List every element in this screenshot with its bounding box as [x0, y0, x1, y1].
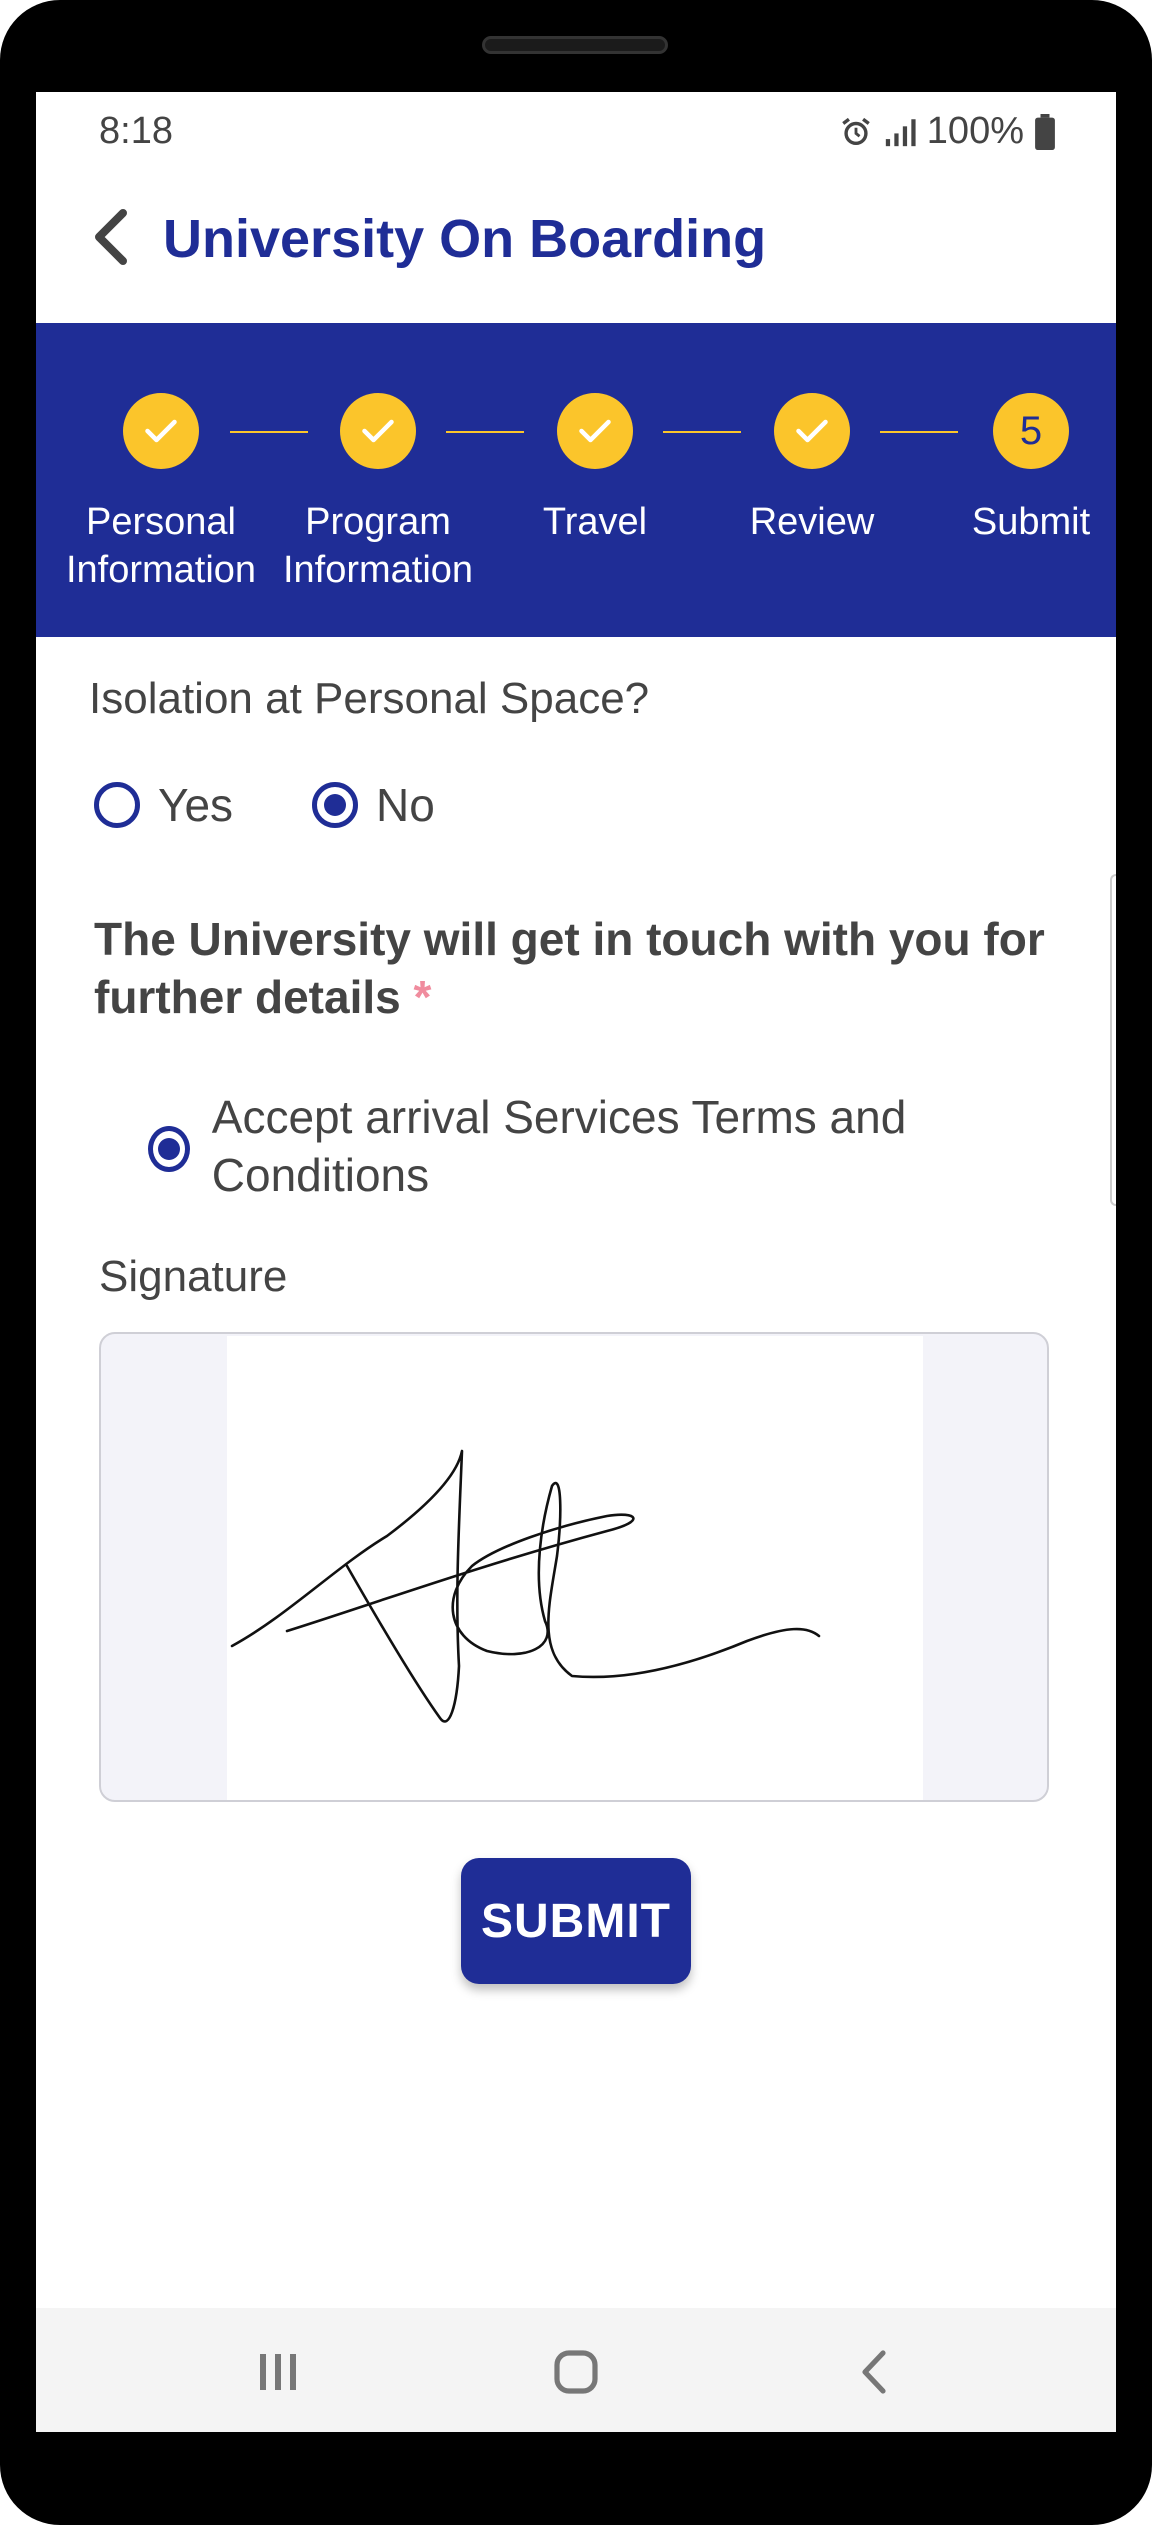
required-asterisk: *: [413, 971, 432, 1023]
radio-label-yes: Yes: [158, 779, 234, 831]
radio-label-no: No: [376, 779, 435, 831]
step-label-line: Information: [282, 549, 474, 591]
back-nav-button[interactable]: [844, 2344, 904, 2400]
isolation-no-option[interactable]: No: [312, 778, 435, 832]
contact-notice-text: The University will get in touch with yo…: [94, 913, 1045, 1023]
progress-stepper: 5 Personal Information Program Informati…: [36, 323, 1116, 637]
recent-apps-button[interactable]: [248, 2344, 308, 2400]
submit-button[interactable]: SUBMIT: [461, 1858, 691, 1984]
check-icon: [796, 419, 828, 443]
page-title: University On Boarding: [163, 209, 767, 269]
step-4-circle[interactable]: [774, 393, 850, 469]
status-time: 8:18: [99, 110, 173, 152]
step-2-label: Program Information: [263, 498, 493, 594]
check-icon: [362, 419, 394, 443]
contact-notice-heading: The University will get in touch with yo…: [94, 910, 1054, 1026]
step-label-line: Personal: [86, 501, 236, 543]
radio-dot: [157, 1138, 180, 1160]
phone-frame: 8:18 100% University On Boarding 5 Perso…: [0, 0, 1152, 2525]
signature-pad: [99, 1332, 1049, 1802]
home-icon: [554, 2350, 598, 2394]
step-label-line: Submit: [971, 501, 1091, 543]
check-icon: [579, 419, 611, 443]
step-2-circle[interactable]: [340, 393, 416, 469]
step-label-line: Information: [65, 549, 257, 591]
battery-icon: [1035, 113, 1055, 150]
step-5-label: Submit: [916, 498, 1116, 546]
signature-label: Signature: [99, 1252, 288, 1301]
step-connector: [230, 431, 308, 433]
recent-apps-icon: [260, 2354, 296, 2390]
accept-terms-option[interactable]: Accept arrival Services Terms and Condit…: [148, 1088, 1028, 1204]
system-nav-bar: [36, 2308, 1116, 2432]
radio-unchecked-icon[interactable]: [94, 782, 140, 828]
isolation-yes-option[interactable]: Yes: [94, 778, 233, 832]
step-label-line: Travel: [542, 501, 648, 543]
scrollbar[interactable]: [1110, 874, 1116, 1206]
step-3-circle[interactable]: [557, 393, 633, 469]
step-5-circle[interactable]: 5: [993, 393, 1069, 469]
app-bar: University On Boarding: [36, 172, 1116, 314]
step-1-circle[interactable]: [123, 393, 199, 469]
step-connector: [880, 431, 958, 433]
step-label-line: Review: [749, 501, 875, 543]
radio-checked-icon[interactable]: [148, 1126, 190, 1172]
step-connector: [446, 431, 524, 433]
step-4-label: Review: [697, 498, 927, 546]
battery-percent: 100%: [926, 110, 1024, 152]
step-1-label: Personal Information: [46, 498, 276, 594]
app-screen: 8:18 100% University On Boarding 5 Perso…: [36, 92, 1116, 2432]
radio-dot: [324, 794, 346, 816]
signature-drawing: [230, 1449, 821, 1723]
home-button[interactable]: [546, 2344, 606, 2400]
step-connector: [663, 431, 741, 433]
status-icons: 100%: [839, 110, 1056, 153]
check-icon: [145, 419, 177, 443]
earpiece-speaker: [482, 36, 668, 54]
radio-checked-icon[interactable]: [312, 782, 358, 828]
accept-terms-label: Accept arrival Services Terms and Condit…: [211, 1091, 907, 1201]
step-3-label: Travel: [480, 498, 710, 546]
step-5-number: 5: [1019, 408, 1043, 453]
step-label-line: Program: [305, 501, 451, 543]
back-button[interactable]: [76, 202, 146, 272]
alarm-icon: [842, 117, 870, 145]
signature-canvas[interactable]: [227, 1336, 923, 1800]
status-bar: 8:18 100%: [36, 92, 1116, 172]
signal-icon: [885, 118, 916, 146]
chevron-left-icon: [95, 209, 127, 265]
isolation-question: Isolation at Personal Space?: [89, 674, 650, 723]
chevron-left-icon: [862, 2350, 886, 2394]
